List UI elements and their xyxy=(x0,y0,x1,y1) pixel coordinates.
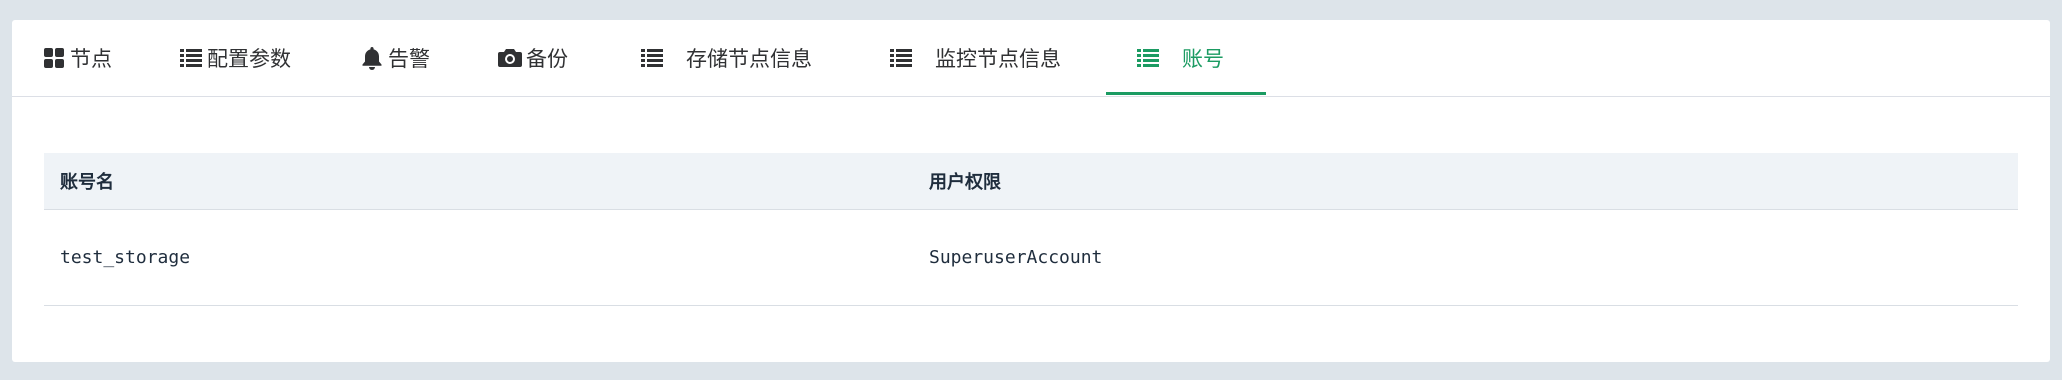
tab-nodes[interactable]: 节点 xyxy=(42,20,112,96)
bell-icon xyxy=(360,46,384,70)
tab-bar: 节点 配置参数 告警 备份 存储节点信息 监控节点信息 账号 xyxy=(12,20,2050,97)
tab-monitor-node-info-label: 监控节点信息 xyxy=(935,47,1061,71)
user-permission-cell: SuperuserAccount xyxy=(913,209,2018,306)
tab-alerts[interactable]: 告警 xyxy=(360,20,430,96)
tab-storage-node-info[interactable]: 存储节点信息 xyxy=(640,20,812,96)
table-row[interactable]: test_storage SuperuserAccount xyxy=(44,209,2018,306)
tab-config-params[interactable]: 配置参数 xyxy=(179,20,291,96)
column-header-account-name[interactable]: 账号名 xyxy=(44,153,913,210)
account-name-cell: test_storage xyxy=(44,209,913,306)
table-header-row: 账号名 用户权限 xyxy=(44,153,2018,210)
tab-config-params-label: 配置参数 xyxy=(207,47,291,71)
list-icon xyxy=(640,46,664,70)
tab-backup-label: 备份 xyxy=(526,47,568,71)
column-header-user-permission[interactable]: 用户权限 xyxy=(913,153,2018,210)
grid-icon xyxy=(42,46,66,70)
tab-monitor-node-info[interactable]: 监控节点信息 xyxy=(889,20,1061,96)
tab-alerts-label: 告警 xyxy=(388,47,430,71)
account-panel: 节点 配置参数 告警 备份 存储节点信息 监控节点信息 账号 账号名 用户权限 … xyxy=(12,20,2050,362)
list-icon xyxy=(889,46,913,70)
accounts-table-container: 账号名 用户权限 test_storage SuperuserAccount xyxy=(44,153,2018,306)
active-tab-indicator xyxy=(1106,92,1266,95)
tab-backup[interactable]: 备份 xyxy=(498,20,568,96)
list-icon xyxy=(1136,46,1160,70)
tab-accounts-label: 账号 xyxy=(1182,47,1224,71)
tab-storage-node-info-label: 存储节点信息 xyxy=(686,47,812,71)
camera-icon xyxy=(498,46,522,70)
tab-accounts[interactable]: 账号 xyxy=(1136,20,1224,96)
list-icon xyxy=(179,46,203,70)
tab-nodes-label: 节点 xyxy=(70,47,112,71)
accounts-table: 账号名 用户权限 test_storage SuperuserAccount xyxy=(44,153,2018,306)
